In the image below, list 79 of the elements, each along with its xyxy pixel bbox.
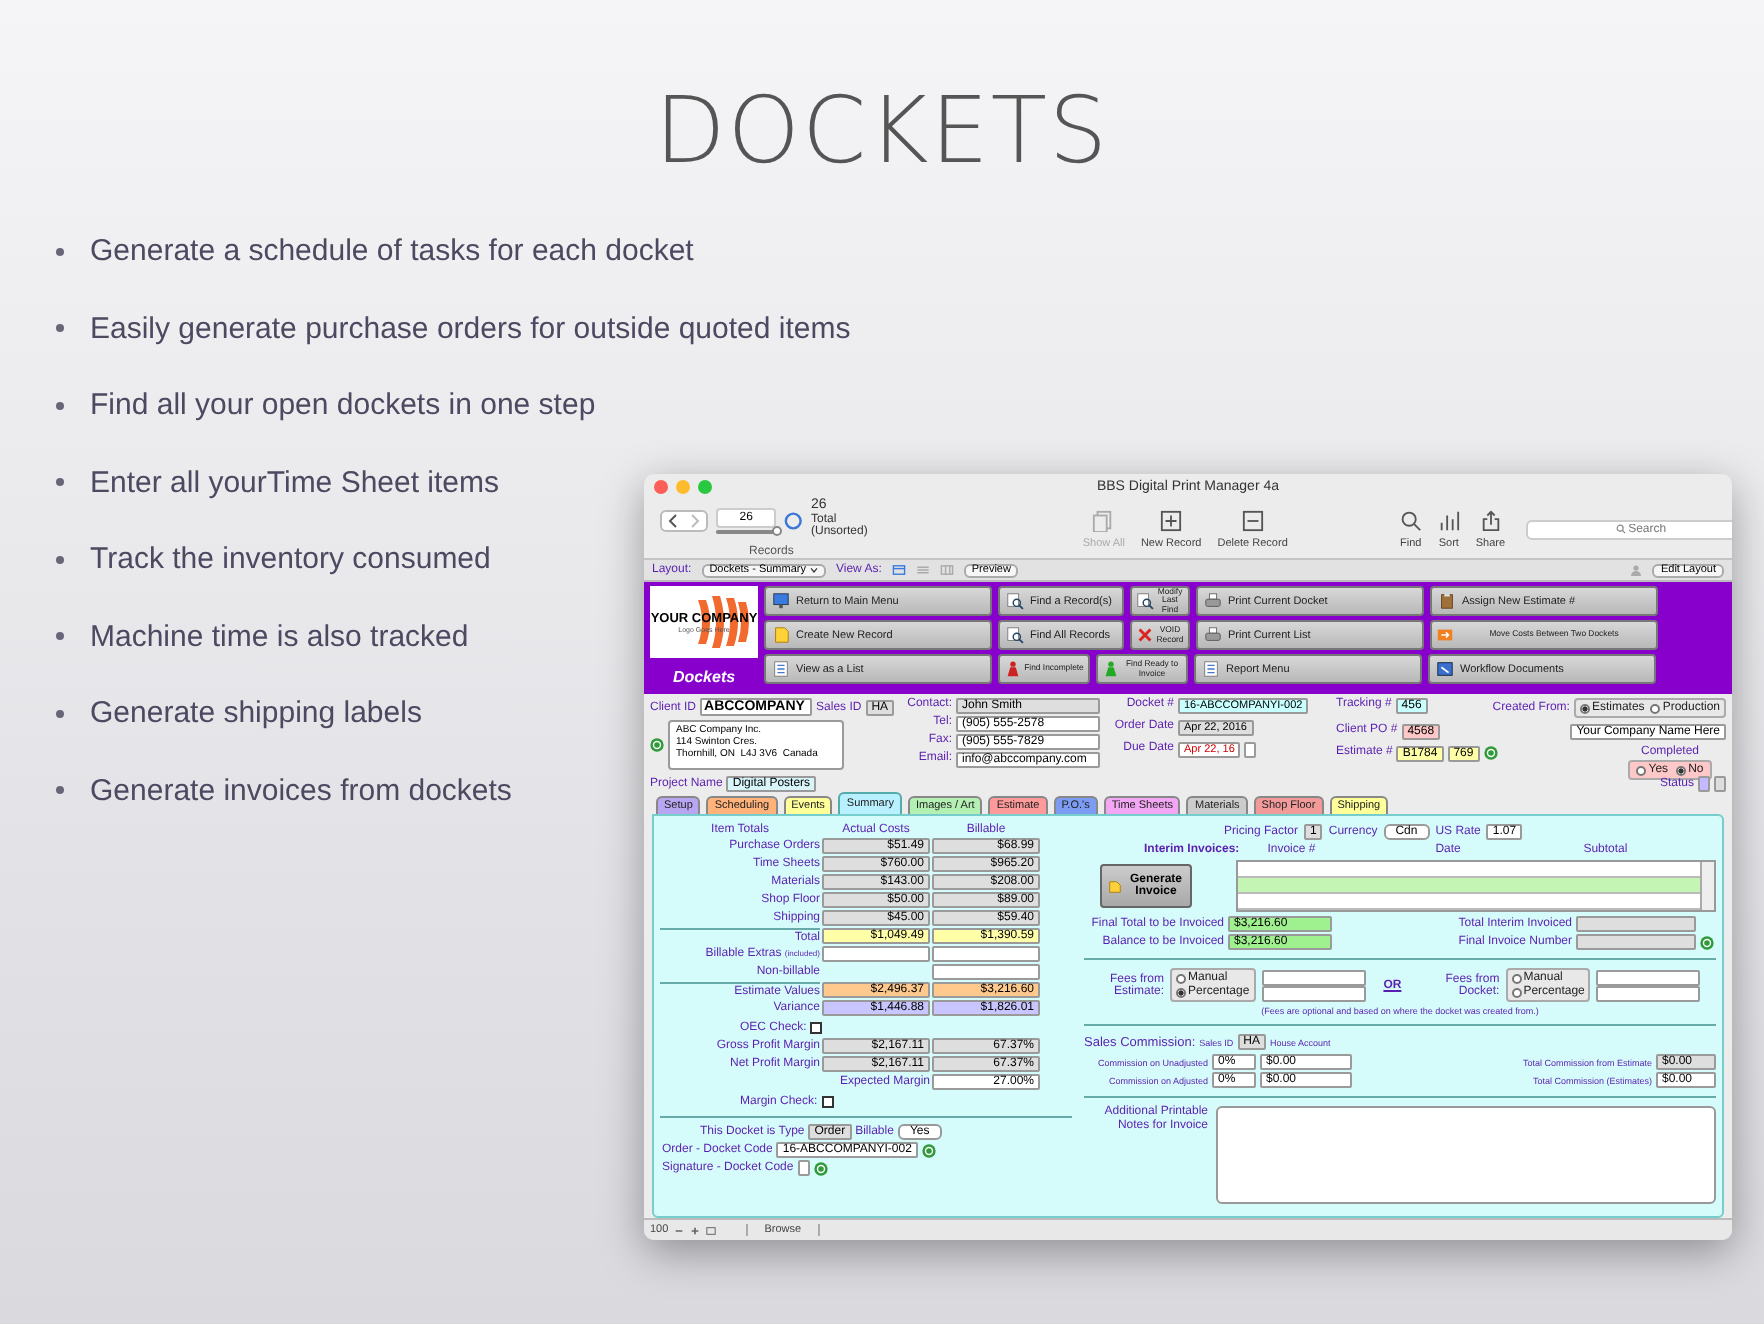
radio-button[interactable] <box>1511 987 1522 997</box>
bullet-text: Generate a schedule of tasks for each docket <box>90 234 694 268</box>
search-icon <box>1399 509 1422 531</box>
radio-button[interactable] <box>1676 765 1687 775</box>
magnifier-icon <box>1136 592 1154 610</box>
go-button[interactable] <box>1700 935 1714 949</box>
cross-icon <box>1136 626 1154 644</box>
checkbox[interactable] <box>810 1021 823 1033</box>
sort-icon <box>1437 509 1460 531</box>
radio-button[interactable] <box>1176 987 1186 997</box>
document-icon <box>1108 879 1122 893</box>
input-field[interactable] <box>1576 916 1696 932</box>
bullet-dot <box>56 786 64 794</box>
document-icon <box>772 626 790 644</box>
list-icon <box>772 660 790 678</box>
search-icon <box>1615 524 1626 534</box>
go-button[interactable] <box>650 738 664 752</box>
slider-thumb[interactable] <box>772 525 783 535</box>
bullet-dot <box>56 324 64 332</box>
bullet-text: Track the inventory consumed <box>90 542 491 576</box>
go-button[interactable] <box>1483 746 1498 760</box>
zoom-out-icon[interactable] <box>674 1225 685 1235</box>
share-icon <box>1479 509 1502 531</box>
bullet-text: Enter all yourTime Sheet items <box>90 465 500 499</box>
view-mode-button[interactable] <box>915 564 930 576</box>
go-button[interactable] <box>813 1161 828 1175</box>
radio-button[interactable] <box>1511 973 1522 983</box>
zoom-in-icon[interactable] <box>690 1225 701 1235</box>
input-field[interactable] <box>1576 934 1696 950</box>
input-field[interactable] <box>1244 742 1257 758</box>
input-field[interactable] <box>797 1160 810 1176</box>
invoice-list[interactable] <box>1236 860 1716 912</box>
person-icon <box>1630 564 1643 576</box>
bullet-dot <box>56 709 64 717</box>
go-button[interactable] <box>921 1143 936 1157</box>
input-field[interactable] <box>1596 969 1701 985</box>
radio-button[interactable] <box>1579 703 1590 713</box>
pie-icon <box>784 509 803 531</box>
table-cell[interactable] <box>932 964 1040 980</box>
view-mode-button[interactable] <box>939 564 954 576</box>
printer-icon <box>1204 626 1222 644</box>
radio-button[interactable] <box>1636 765 1647 775</box>
radio-button[interactable] <box>1176 973 1186 983</box>
slide-title: DOCKETS <box>652 74 1112 184</box>
checkbox[interactable] <box>821 1095 834 1107</box>
plus-icon <box>1160 509 1183 531</box>
bullet-dot <box>56 555 64 563</box>
bullet-dot <box>56 247 64 255</box>
bullet-text: Generate shipping labels <box>90 696 422 730</box>
minus-icon <box>1241 509 1264 531</box>
figure-icon <box>1102 660 1120 678</box>
notes-field[interactable] <box>1216 1106 1716 1204</box>
magnifier-icon <box>1006 592 1024 610</box>
clipboard-icon <box>1438 592 1456 610</box>
view-mode-button[interactable] <box>891 564 906 576</box>
box-arrow-icon <box>1436 626 1454 644</box>
table-cell[interactable] <box>932 946 1040 962</box>
figure-icon <box>1004 660 1022 678</box>
magnifier-icon <box>1006 626 1024 644</box>
section-title: Dockets <box>672 668 736 686</box>
caret-icon <box>809 566 818 574</box>
bullet-dot <box>56 478 64 486</box>
window-icon <box>1436 660 1454 678</box>
zoom-button[interactable] <box>698 480 712 494</box>
input-field[interactable] <box>1261 969 1366 985</box>
bullet-dot <box>56 632 64 640</box>
bullet-text: Machine time is also tracked <box>90 619 469 653</box>
pages-icon <box>1092 509 1115 531</box>
bullet-text: Generate invoices from dockets <box>90 773 512 807</box>
table-cell[interactable] <box>822 946 930 962</box>
printer-icon <box>1204 592 1222 610</box>
monitor-icon <box>772 592 790 610</box>
bullet-text: Easily generate purchase orders for outside quoted items <box>90 311 851 345</box>
bullet-dot <box>56 401 64 409</box>
list-icon <box>1202 660 1220 678</box>
bullet-text: Find all your open dockets in one step <box>90 388 596 422</box>
radio-button[interactable] <box>1650 703 1661 713</box>
layout-icon[interactable] <box>706 1225 717 1235</box>
close-button[interactable] <box>654 480 668 494</box>
